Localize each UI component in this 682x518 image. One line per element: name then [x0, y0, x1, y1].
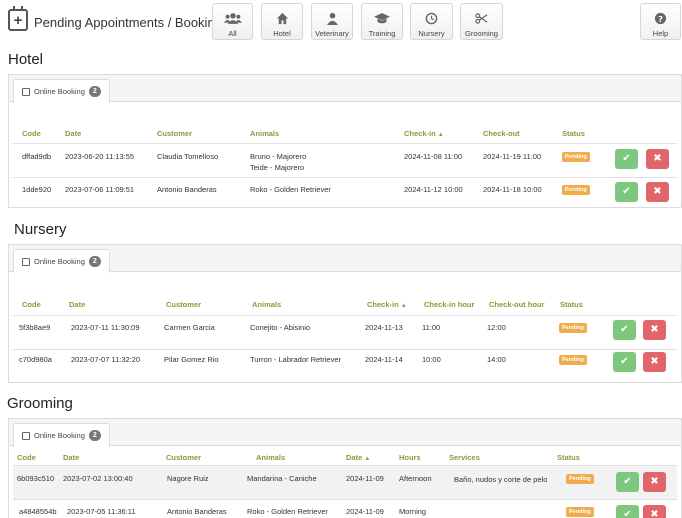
- col-hours[interactable]: Hours: [399, 453, 421, 462]
- status-badge: Pending: [562, 152, 590, 162]
- col-status[interactable]: Status: [560, 300, 583, 309]
- scissors-icon: [475, 13, 488, 24]
- nav-all-button[interactable]: All: [212, 3, 253, 40]
- accept-button[interactable]: ✔: [616, 505, 639, 518]
- nav-grooming-button[interactable]: Grooming: [460, 3, 503, 40]
- col-code[interactable]: Code: [22, 129, 41, 138]
- hotel-panel: Online Booking 2 Code Date Customer Anim…: [8, 74, 682, 208]
- status-badge: Pending: [566, 507, 594, 517]
- reject-button[interactable]: ✖: [646, 149, 669, 169]
- reject-button[interactable]: ✖: [643, 320, 666, 340]
- grooming-panel: Online Booking 2 Code Date Customer Anim…: [8, 418, 682, 518]
- count-badge: 2: [88, 256, 101, 267]
- col-appt-date[interactable]: Date ▲: [346, 453, 370, 462]
- col-checkout[interactable]: Check-out: [483, 129, 520, 138]
- calendar-plus-icon: +: [8, 6, 28, 31]
- accept-button[interactable]: ✔: [616, 472, 639, 492]
- col-checkout-hour[interactable]: Check-out hour: [489, 300, 544, 309]
- col-code[interactable]: Code: [22, 300, 41, 309]
- page-title: Pending Appointments / Bookings: [34, 15, 229, 30]
- count-badge: 2: [88, 86, 101, 97]
- nav-nursery-button[interactable]: Nursery: [410, 3, 453, 40]
- sort-asc-icon: ▲: [364, 456, 371, 462]
- count-badge: 2: [88, 430, 101, 441]
- question-icon: ?: [654, 12, 667, 25]
- col-date[interactable]: Date: [65, 129, 81, 138]
- nursery-online-booking-tab[interactable]: Online Booking 2: [13, 249, 110, 273]
- app-header: + Pending Appointments / Bookings All Ho…: [0, 0, 682, 44]
- sort-asc-icon: ▲: [437, 132, 444, 138]
- help-button[interactable]: ? Help: [640, 3, 681, 40]
- home-icon: [276, 12, 288, 25]
- status-badge: Pending: [559, 355, 587, 365]
- calendar-icon: [22, 87, 30, 96]
- grooming-section-title: Grooming: [7, 395, 73, 412]
- col-customer[interactable]: Customer: [166, 300, 201, 309]
- status-badge: Pending: [566, 474, 594, 484]
- graduation-cap-icon: [374, 13, 390, 24]
- accept-button[interactable]: ✔: [613, 320, 636, 340]
- reject-button[interactable]: ✖: [643, 505, 666, 518]
- col-customer[interactable]: Customer: [157, 129, 192, 138]
- accept-button[interactable]: ✔: [615, 149, 638, 169]
- calendar-icon: [22, 431, 30, 440]
- col-checkin-hour[interactable]: Check-in hour: [424, 300, 474, 309]
- nursery-section-title: Nursery: [14, 221, 67, 238]
- nav-veterinary-button[interactable]: Veterinary: [311, 3, 353, 40]
- status-badge: Pending: [562, 185, 590, 195]
- user-md-icon: [326, 12, 338, 25]
- clock-icon: [425, 12, 438, 25]
- status-badge: Pending: [559, 323, 587, 333]
- svg-text:?: ?: [658, 14, 663, 24]
- grooming-online-booking-tab[interactable]: Online Booking 2: [13, 423, 110, 447]
- sort-asc-icon: ▲: [400, 303, 407, 309]
- accept-button[interactable]: ✔: [613, 352, 636, 372]
- col-date[interactable]: Date: [69, 300, 85, 309]
- accept-button[interactable]: ✔: [615, 182, 638, 202]
- col-status[interactable]: Status: [557, 453, 580, 462]
- reject-button[interactable]: ✖: [643, 352, 666, 372]
- col-code[interactable]: Code: [17, 453, 36, 462]
- users-icon: [223, 13, 242, 24]
- col-checkin[interactable]: Check-in ▲: [367, 300, 407, 309]
- col-status[interactable]: Status: [562, 129, 585, 138]
- calendar-icon: [22, 257, 30, 266]
- col-animals[interactable]: Animals: [252, 300, 281, 309]
- col-animals[interactable]: Animals: [250, 129, 279, 138]
- col-checkin[interactable]: Check-in ▲: [404, 129, 444, 138]
- hotel-section-title: Hotel: [8, 51, 44, 68]
- col-date[interactable]: Date: [63, 453, 79, 462]
- col-animals[interactable]: Animals: [256, 453, 285, 462]
- reject-button[interactable]: ✖: [643, 472, 666, 492]
- nav-training-button[interactable]: Training: [361, 3, 403, 40]
- hotel-online-booking-tab[interactable]: Online Booking 2: [13, 79, 110, 103]
- col-services[interactable]: Services: [449, 453, 480, 462]
- reject-button[interactable]: ✖: [646, 182, 669, 202]
- nav-hotel-button[interactable]: Hotel: [261, 3, 303, 40]
- col-customer[interactable]: Customer: [166, 453, 201, 462]
- nursery-panel: Online Booking 2 Code Date Customer Anim…: [8, 244, 682, 383]
